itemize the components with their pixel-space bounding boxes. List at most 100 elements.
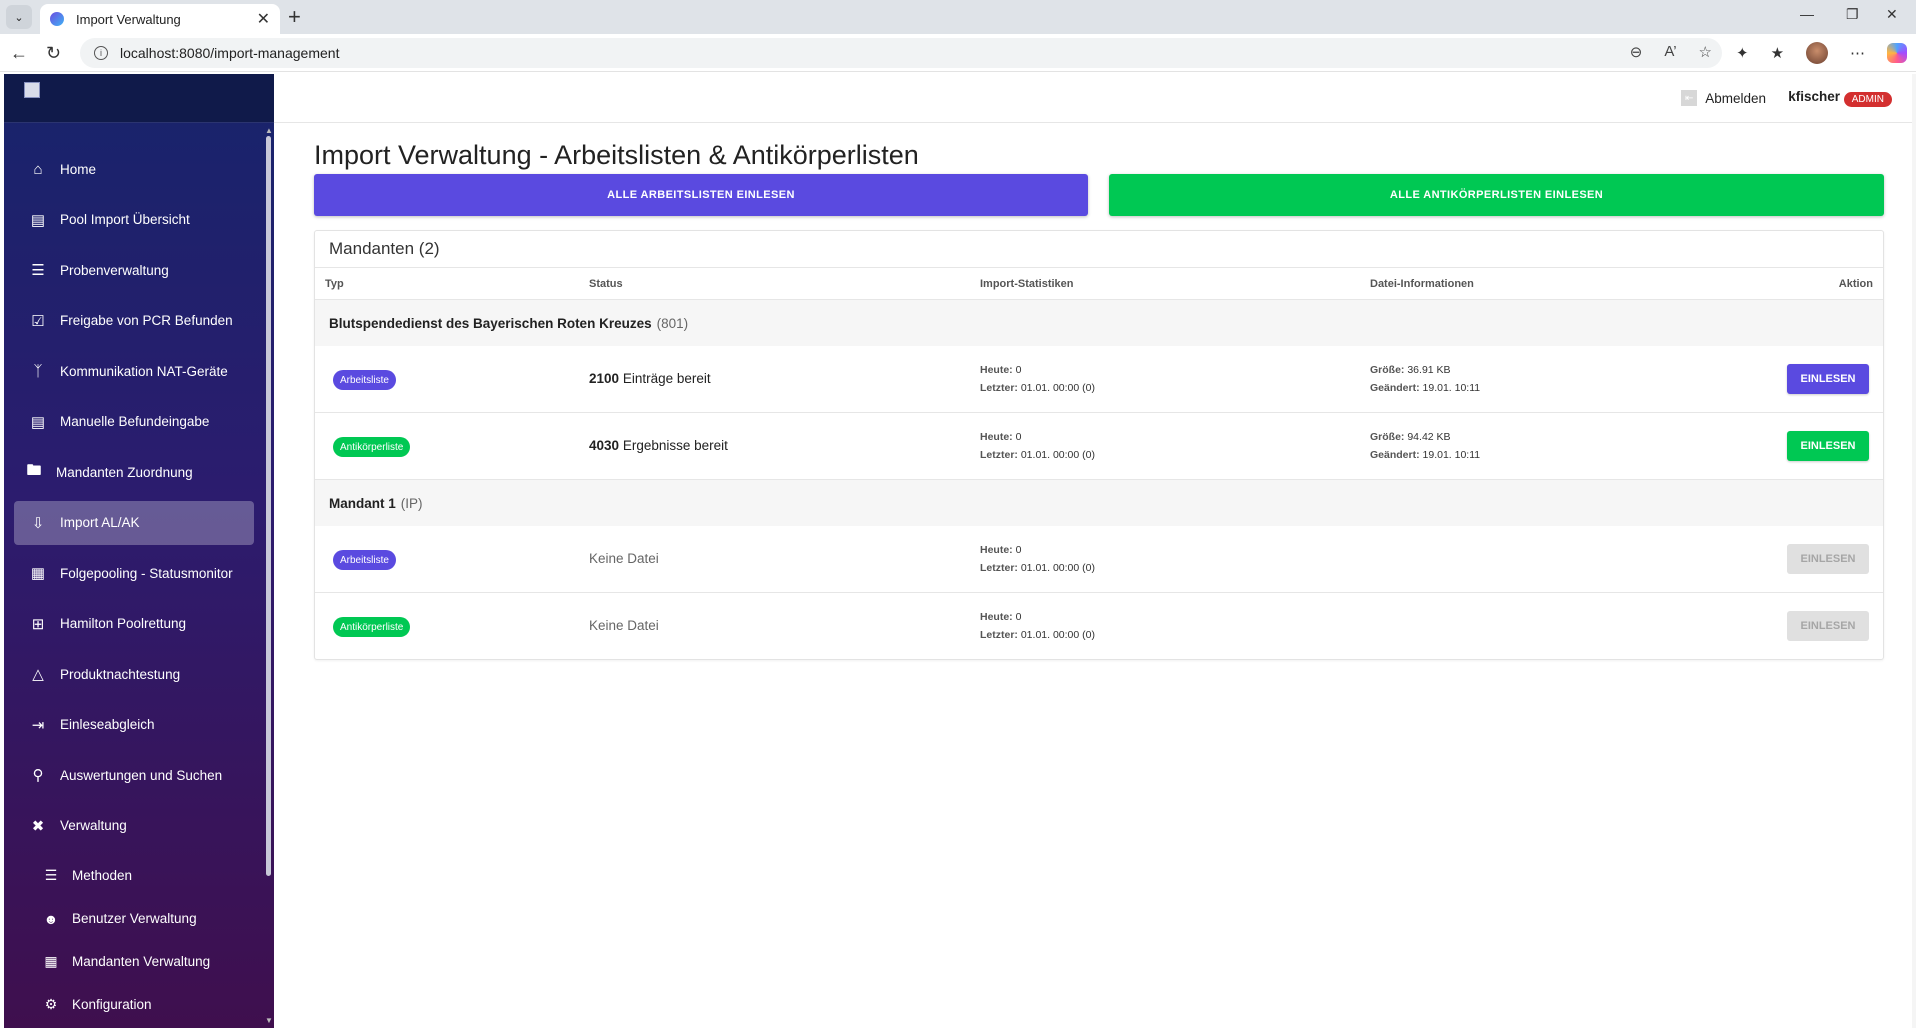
status-text: 2100 Einträge bereit bbox=[589, 371, 711, 386]
url-text: localhost:8080/import-management bbox=[120, 45, 340, 61]
sidebar-item-befundeingabe[interactable]: ▤ Manuelle Befundeingabe bbox=[14, 400, 254, 444]
status-text: 4030 Ergebnisse bereit bbox=[589, 438, 728, 453]
sidebar-item-freigabe[interactable]: ☑ Freigabe von PCR Befunden bbox=[14, 299, 254, 343]
tab-title: Import Verwaltung bbox=[76, 11, 181, 27]
scroll-down-arrow[interactable]: ▼ bbox=[265, 1016, 273, 1025]
browser-tab-bar: ⌄ Import Verwaltung ✕ + — ❐ ✕ bbox=[0, 0, 1916, 34]
table-row: Antikörperliste Keine Datei Heute: 0 Let… bbox=[315, 593, 1883, 660]
status-count: 2100 bbox=[589, 371, 620, 386]
copilot-icon[interactable] bbox=[1887, 43, 1908, 63]
back-icon[interactable]: ← bbox=[10, 43, 28, 64]
column-stats: Import-Statistiken bbox=[980, 277, 1074, 290]
list-doc-icon: ▤ bbox=[30, 211, 46, 229]
document-icon: ▤ bbox=[30, 413, 46, 431]
search-icon: ⚲ bbox=[32, 767, 44, 784]
sidebar-item-kommunikation[interactable]: ᛉ Kommunikation NAT-Geräte bbox=[14, 349, 254, 393]
table-row: Arbeitsliste Keine Datei Heute: 0 Letzte… bbox=[315, 526, 1883, 593]
stat-letzter: Letzter: 01.01. 00:00 (0) bbox=[980, 449, 1095, 461]
more-icon[interactable]: ⋯ bbox=[1850, 44, 1865, 62]
sidebar-item-einleseabgleich[interactable]: ⇥ Einleseabgleich bbox=[14, 703, 254, 747]
read-aloud-icon[interactable]: A’ bbox=[1664, 43, 1676, 61]
list-icon: ☰ bbox=[44, 867, 58, 883]
zoom-icon[interactable]: ⊖ bbox=[1630, 43, 1643, 61]
group-name: Mandant 1 bbox=[329, 495, 396, 511]
logo-broken-image-icon bbox=[24, 82, 40, 98]
profile-avatar[interactable] bbox=[1806, 42, 1829, 64]
sidebar-item-probenverwaltung[interactable]: ☰ Probenverwaltung bbox=[14, 248, 254, 292]
info-icon[interactable]: i bbox=[94, 46, 108, 60]
dashboard-icon: ▦ bbox=[30, 565, 46, 582]
type-chip-arbeitsliste: Arbeitsliste bbox=[333, 370, 396, 390]
sidebar-item-verwaltung[interactable]: ✖ Verwaltung bbox=[14, 804, 254, 848]
column-status: Status bbox=[589, 277, 623, 290]
sidebar-item-hamilton[interactable]: ⊞ Hamilton Poolrettung bbox=[14, 602, 254, 646]
einlesen-button[interactable]: EINLESEN bbox=[1787, 364, 1869, 394]
page-scrollbar[interactable] bbox=[1912, 74, 1916, 1028]
sidebar-subitem-benutzer[interactable]: ☻ Benutzer Verwaltung bbox=[42, 897, 274, 940]
minimize-icon[interactable]: — bbox=[1800, 6, 1814, 22]
einlesen-button-disabled[interactable]: EINLESEN bbox=[1787, 544, 1869, 574]
sidebar-subitem-mandanten[interactable]: ▦ Mandanten Verwaltung bbox=[42, 940, 274, 983]
status-text: Keine Datei bbox=[589, 551, 659, 566]
group-row: Blutspendedienst des Bayerischen Roten K… bbox=[315, 300, 1883, 346]
table-row: Antikörperliste 4030 Ergebnisse bereit H… bbox=[315, 413, 1883, 480]
group-code: (801) bbox=[656, 315, 689, 331]
sidebar-item-produktnachtestung[interactable]: △ Produktnachtestung bbox=[14, 652, 254, 696]
group-row: Mandant 1 (IP) bbox=[315, 480, 1883, 526]
scroll-up-arrow[interactable]: ▲ bbox=[265, 126, 273, 135]
type-chip-antikoerperliste: Antikörperliste bbox=[333, 617, 411, 637]
stat-heute: Heute: 0 bbox=[980, 611, 1022, 623]
column-typ: Typ bbox=[325, 277, 344, 290]
browser-tab[interactable]: Import Verwaltung ✕ bbox=[40, 4, 280, 34]
sidebar-scrollbar[interactable] bbox=[266, 136, 271, 876]
sidebar-item-import-al-ak[interactable]: ⇩ Import AL/AK bbox=[14, 500, 254, 545]
stat-heute: Heute: 0 bbox=[980, 364, 1022, 376]
sidebar-item-auswertungen[interactable]: ⚲ Auswertungen und Suchen bbox=[14, 753, 254, 797]
close-icon[interactable]: ✕ bbox=[257, 9, 270, 29]
network-icon: ᛉ bbox=[33, 362, 43, 380]
sidebar-subitem-methoden[interactable]: ☰ Methoden bbox=[42, 854, 274, 897]
stat-letzter: Letzter: 01.01. 00:00 (0) bbox=[980, 629, 1095, 641]
logout-button[interactable]: ⇤ Abmelden bbox=[1681, 90, 1766, 106]
all-antikoerperlisten-button[interactable]: ALLE ANTIKÖRPERLISTEN EINLESEN bbox=[1109, 174, 1884, 216]
status-count: 4030 bbox=[589, 438, 620, 453]
address-bar[interactable]: i localhost:8080/import-management ⊖ A’ … bbox=[80, 38, 1722, 68]
app-header: ⇤ Abmelden kfischer ADMIN bbox=[274, 74, 1912, 123]
column-action: Aktion bbox=[1838, 277, 1873, 290]
favorite-star-icon[interactable]: ☆ bbox=[1699, 43, 1712, 61]
group-code: (IP) bbox=[400, 495, 423, 511]
reload-icon[interactable]: ↻ bbox=[46, 43, 61, 64]
sidebar-item-home[interactable]: ⌂ Home bbox=[14, 147, 254, 191]
folder-icon: 🖿 bbox=[26, 461, 42, 479]
einlesen-button[interactable]: EINLESEN bbox=[1787, 431, 1869, 461]
einlesen-button-disabled[interactable]: EINLESEN bbox=[1787, 611, 1869, 641]
new-tab-icon[interactable]: + bbox=[288, 4, 301, 30]
menu-lines-icon: ☰ bbox=[31, 262, 45, 279]
gear-icon: ⚙ bbox=[44, 996, 58, 1012]
page-title: Import Verwaltung - Arbeitslisten & Anti… bbox=[314, 140, 919, 170]
flask-icon: △ bbox=[32, 666, 44, 683]
sidebar-item-pool-import[interactable]: ▤ Pool Import Übersicht bbox=[14, 198, 254, 242]
username: kfischer bbox=[1788, 89, 1840, 104]
sidebar-nav: ⌂ Home ▤ Pool Import Übersicht ☰ Probenverw… bbox=[4, 123, 274, 1026]
tab-list-button[interactable]: ⌄ bbox=[6, 5, 32, 29]
all-arbeitslisten-button[interactable]: ALLE ARBEITSLISTEN EINLESEN bbox=[314, 174, 1088, 216]
sidebar-subitem-konfiguration[interactable]: ⚙ Konfiguration bbox=[42, 983, 274, 1026]
table-row: Arbeitsliste 2100 Einträge bereit Heute:… bbox=[315, 346, 1883, 413]
favorites-icon[interactable]: ★ bbox=[1771, 44, 1784, 62]
plus-box-icon: ⊞ bbox=[31, 615, 45, 633]
sidebar-item-folgepooling[interactable]: ▦ Folgepooling - Statusmonitor bbox=[14, 551, 254, 595]
table-header: Typ Status Import-Statistiken Datei-Info… bbox=[315, 268, 1883, 300]
role-badge: ADMIN bbox=[1843, 92, 1892, 107]
type-chip-arbeitsliste: Arbeitsliste bbox=[333, 550, 396, 570]
sidebar-item-mandanten-zuordnung[interactable]: 🖿 Mandanten Zuordnung bbox=[14, 450, 254, 494]
extensions-icon[interactable]: ✦ bbox=[1736, 44, 1749, 62]
sidebar: ⌂ Home ▤ Pool Import Übersicht ☰ Probenverw… bbox=[4, 74, 274, 1028]
type-chip-antikoerperliste: Antikörperliste bbox=[333, 437, 411, 457]
stat-heute: Heute: 0 bbox=[980, 431, 1022, 443]
window-close-icon[interactable]: ✕ bbox=[1886, 6, 1898, 23]
users-icon: ☻ bbox=[43, 910, 59, 927]
restore-icon[interactable]: ❐ bbox=[1846, 6, 1859, 23]
favicon-icon bbox=[50, 12, 64, 26]
stat-letzter: Letzter: 01.01. 00:00 (0) bbox=[980, 562, 1095, 574]
